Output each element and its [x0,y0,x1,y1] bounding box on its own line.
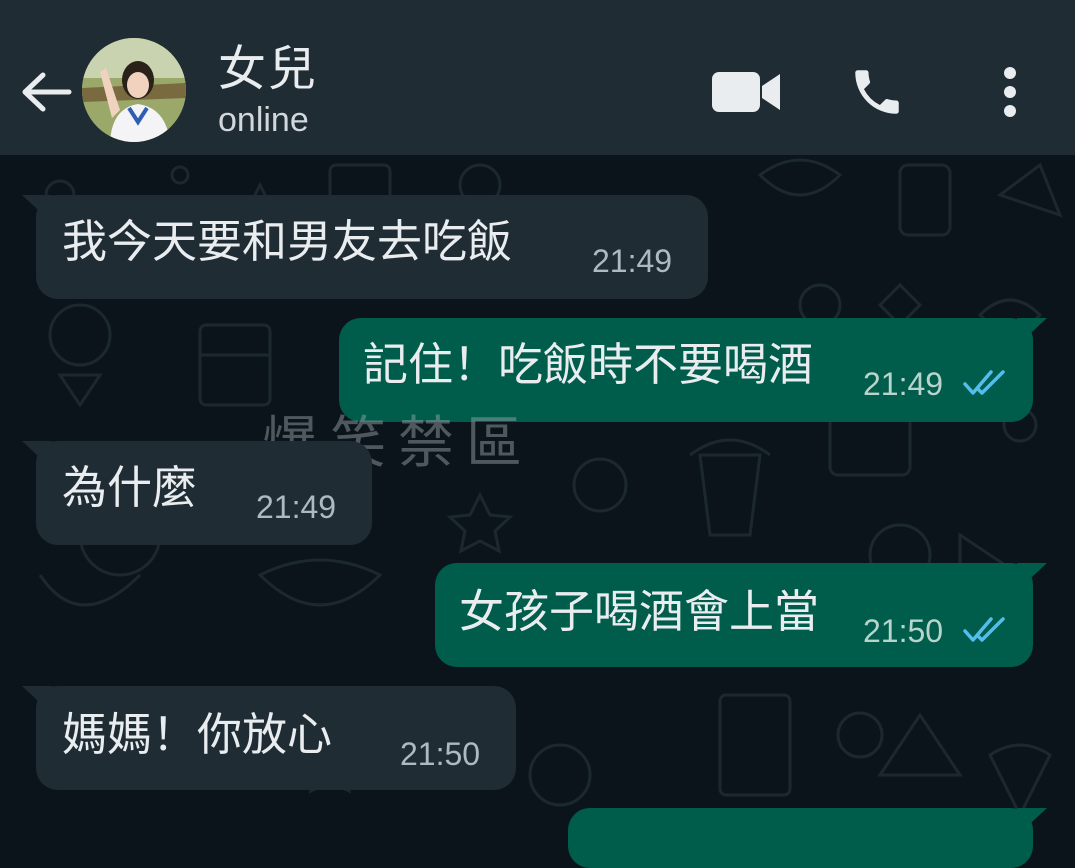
message-time: 21:50 [863,613,944,649]
more-vertical-icon [1004,67,1016,117]
message-time: 21:49 [863,366,944,402]
message-time: 21:50 [400,736,481,772]
video-call-button[interactable] [705,60,787,124]
avatar-photo [82,38,186,142]
message-incoming[interactable]: 我今天要和男友去吃飯 21:49 [22,195,708,299]
avatar[interactable] [82,38,186,142]
back-button[interactable] [18,64,74,120]
message-incoming[interactable]: 媽媽！你放心 21:50 [22,686,516,790]
message-text: 媽媽！你放心 [62,708,333,761]
voice-call-button[interactable] [843,60,911,124]
menu-button[interactable] [988,60,1032,124]
message-time: 21:49 [256,489,337,525]
double-check-read-icon [963,370,1005,395]
message-incoming[interactable]: 為什麼 21:49 [22,441,372,545]
phone-icon [855,70,899,114]
arrow-left-icon [22,72,72,112]
message-text: 女孩子喝酒會上當 [459,585,820,638]
chat-header: 女兒 online [0,0,1075,155]
message-outgoing-partial[interactable] [568,808,1047,868]
message-time: 21:49 [592,243,673,279]
contact-name[interactable]: 女兒 [218,40,318,98]
message-text: 我今天要和男友去吃飯 [62,215,513,268]
double-check-read-icon [963,617,1005,642]
message-outgoing[interactable]: 女孩子喝酒會上當 21:50 [435,563,1047,667]
message-text: 為什麼 [62,461,198,514]
contact-status: online [218,101,309,139]
message-text: 記住！吃飯時不要喝酒 [363,338,814,391]
video-camera-icon [712,72,780,112]
